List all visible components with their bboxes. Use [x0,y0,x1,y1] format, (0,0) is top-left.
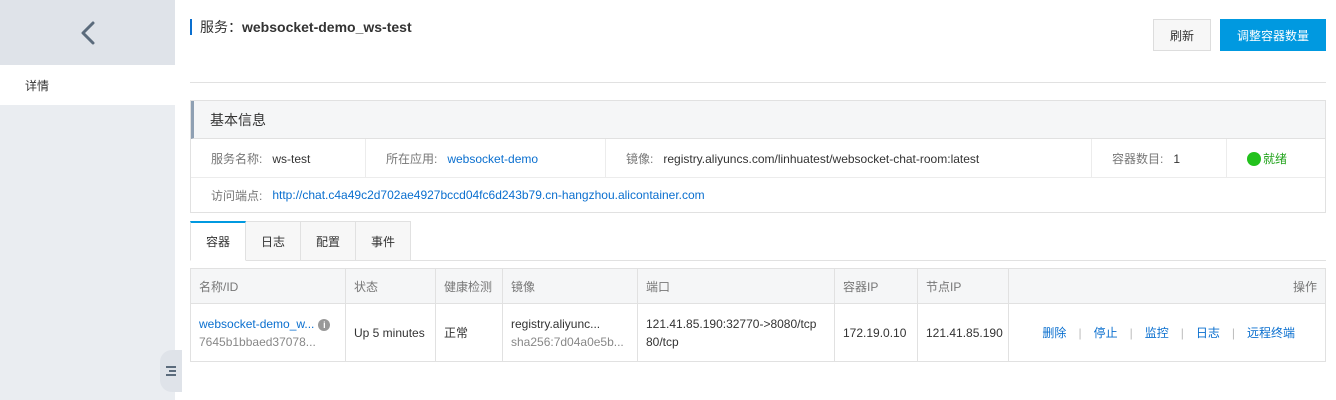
refresh-button[interactable]: 刷新 [1153,19,1211,51]
endpoint-row: 访问端点: http://chat.c4a49c2d702ae4927bccd0… [191,178,705,212]
image-value: registry.aliyuncs.com/linhuatest/websock… [663,151,980,166]
container-count-value: 1 [1173,151,1181,166]
tab-config[interactable]: 配置 [301,221,357,261]
title-accent-bar [190,19,192,35]
app-cell: 所在应用: websocket-demo [366,139,606,178]
remote-terminal-button[interactable]: 远程终端 [1247,324,1295,341]
table-row: websocket-demo_w... i 7645b1bbaed37078...… [190,303,1326,362]
endpoint-label: 访问端点: [211,188,263,203]
containers-table: 名称/ID 状态 健康检测 镜像 端口 容器IP 节点IP 操作 websock… [190,268,1326,362]
tab-containers[interactable]: 容器 [190,221,247,261]
port-mapping: 121.41.85.190:32770->8080/tcp [646,316,817,331]
separator: | [1180,325,1184,340]
col-header-container-ip: 容器IP [834,268,918,304]
scale-containers-button[interactable]: 调整容器数量 [1220,19,1326,51]
cell-image: registry.aliyunc... sha256:7d04a0e5b... [502,303,638,362]
header-divider [190,82,1326,83]
status-dot-icon [1247,151,1261,166]
col-header-name: 名称/ID [190,268,346,304]
page-title-prefix: 服务： [200,19,242,35]
endpoint-link[interactable]: http://chat.c4a49c2d702ae4927bccd04fc6d2… [272,188,704,202]
cell-status: Up 5 minutes [345,303,436,362]
separator: | [1129,325,1133,340]
container-count-cell: 容器数目: 1 [1092,139,1227,178]
sidebar-item-details[interactable]: 详情 [0,65,175,105]
app-link[interactable]: websocket-demo [447,152,538,166]
container-id: 7645b1bbaed37078... [199,334,316,349]
tab-bar: 容器 日志 配置 事件 [190,221,1326,261]
back-button[interactable] [0,0,175,65]
image-sha: sha256:7d04a0e5b... [511,334,624,349]
container-name-link[interactable]: websocket-demo_w... [199,317,314,331]
separator: | [1078,325,1082,340]
cell-actions: 删除 | 停止 | 监控 | 日志 | 远程终端 [1009,304,1326,362]
stop-button[interactable]: 停止 [1094,324,1118,341]
basic-info-panel: 基本信息 服务名称: ws-test 所在应用: websocket-demo … [190,100,1326,213]
cell-name: websocket-demo_w... i 7645b1bbaed37078... [190,303,346,362]
table-header-row: 名称/ID 状态 健康检测 镜像 端口 容器IP 节点IP 操作 [190,268,1326,304]
col-header-status: 状态 [345,268,436,304]
cell-health: 正常 [435,303,503,362]
status-badge: 就绪 [1263,152,1288,166]
col-header-image: 镜像 [502,268,638,304]
app-label: 所在应用: [386,152,438,166]
col-header-port: 端口 [637,268,835,304]
cell-port: 121.41.85.190:32770->8080/tcp 80/tcp [637,303,835,362]
image-name: registry.aliyunc... [511,316,601,331]
service-name-cell: 服务名称: ws-test [191,139,366,178]
col-header-health: 健康检测 [435,268,503,304]
cell-container-ip: 172.19.0.10 [834,303,918,362]
service-name-value: ws-test [272,151,311,166]
tab-events[interactable]: 事件 [356,221,412,261]
service-name-label: 服务名称: [211,152,263,166]
image-cell: 镜像: registry.aliyuncs.com/linhuatest/web… [606,139,1092,178]
monitor-button[interactable]: 监控 [1145,324,1169,341]
sidebar: 详情 [0,0,175,400]
chevron-left-icon [81,21,94,44]
tab-logs[interactable]: 日志 [246,221,302,261]
container-count-label: 容器数目: [1112,152,1164,166]
logs-button[interactable]: 日志 [1196,324,1220,341]
cell-node-ip: 121.41.85.190 [917,303,1009,362]
separator: | [1231,325,1235,340]
basic-info-row: 服务名称: ws-test 所在应用: websocket-demo 镜像: r… [191,139,1325,178]
page-title-name: websocket-demo_ws-test [242,19,412,35]
port-exposed: 80/tcp [646,334,679,349]
basic-info-heading: 基本信息 [191,101,1325,139]
delete-button[interactable]: 删除 [1042,324,1066,341]
status-cell: 就绪 [1227,139,1325,178]
page-title: 服务： websocket-demo_ws-test [190,19,412,35]
info-icon[interactable]: i [318,318,331,331]
sidebar-item-label: 详情 [25,78,50,93]
main-content: 服务： websocket-demo_ws-test 刷新 调整容器数量 基本信… [175,0,1336,400]
image-label: 镜像: [626,152,654,166]
col-header-actions: 操作 [1008,268,1326,304]
col-header-node-ip: 节点IP [917,268,1009,304]
